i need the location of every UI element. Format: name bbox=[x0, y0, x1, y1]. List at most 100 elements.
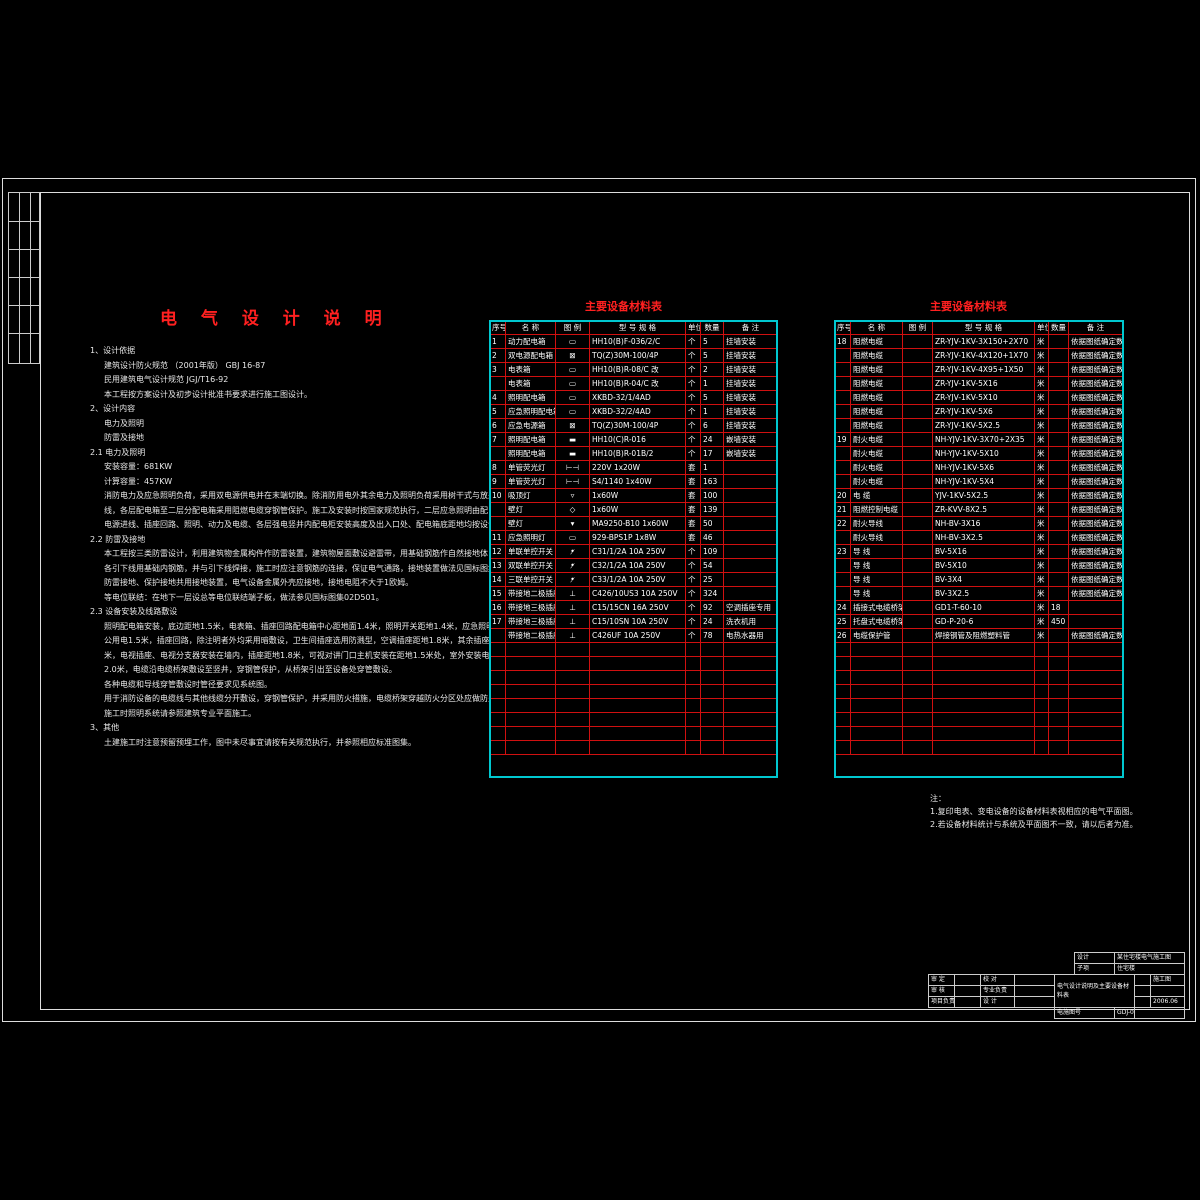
table-cell: 米 bbox=[1034, 516, 1049, 531]
table-cell: 依据图纸确定数量 bbox=[1068, 572, 1123, 587]
table-cell: 1 bbox=[700, 376, 724, 391]
column-header: 序号 bbox=[489, 320, 506, 335]
table-cell: C33/1/2A 10A 250V bbox=[589, 572, 686, 587]
table-cell: 23 bbox=[834, 544, 851, 559]
table-cell: NH-YJV-1KV-3X70+2X35 bbox=[932, 432, 1035, 447]
table-cell bbox=[489, 516, 506, 531]
note-line: 电力及照明 bbox=[104, 418, 144, 428]
table-cell bbox=[834, 558, 851, 573]
table-header-row: 序号名 称图 例型 号 规 格单位数量备 注 bbox=[489, 320, 778, 335]
table-cell: 米 bbox=[1034, 530, 1049, 545]
table-cell: 100 bbox=[700, 488, 724, 503]
note-line: 电源进线、插座回路、照明、动力及电缆、各层强电竖井内配电柜安装高度及出入口处、配… bbox=[104, 520, 490, 529]
table-cell: 依据图纸确定数量 bbox=[1068, 390, 1123, 405]
table-row: 26电缆保护管 焊接钢管及阻燃塑料管米 依据图纸确定数量 bbox=[834, 628, 1123, 643]
table-cell: 米 bbox=[1034, 432, 1049, 447]
table-row: 24 插接式电缆桥架 GD1-T-60-10 米 18 bbox=[834, 600, 1123, 615]
table-cell: ZR-YJV-1KV-5X6 bbox=[932, 404, 1035, 419]
table-cell bbox=[834, 362, 851, 377]
table-cell: 依据图纸确定数量 bbox=[1068, 530, 1123, 545]
table-row: 13 双联单控开关 •̷ C32/1/2A 10A 250V 个 54 bbox=[489, 558, 778, 573]
table-cell: 18 bbox=[834, 334, 851, 349]
table-cell: 米 bbox=[1034, 600, 1049, 615]
table-cell: 电缆保护管 bbox=[850, 628, 903, 643]
table-cell: 米 bbox=[1034, 376, 1049, 391]
blank-row bbox=[834, 698, 1123, 713]
table-cell: NH-YJV-1KV-5X10 bbox=[932, 446, 1035, 461]
table-cell: 阻燃电缆 bbox=[850, 376, 903, 391]
table-cell bbox=[834, 418, 851, 433]
legend-symbol bbox=[902, 572, 933, 587]
blank-row bbox=[834, 740, 1123, 755]
table-cell: 依据图纸确定数量 bbox=[1068, 502, 1123, 517]
table-cell: 1 bbox=[700, 460, 724, 475]
table-cell bbox=[834, 390, 851, 405]
table-row: 18阻燃电缆 ZR-YJV-1KV-3X150+2X70米 依据图纸确定数量 bbox=[834, 334, 1123, 349]
table-cell: 耐火电缆 bbox=[850, 474, 903, 489]
table-cell bbox=[1048, 586, 1069, 601]
table-cell: 耐火导线 bbox=[850, 516, 903, 531]
table-cell: 109 bbox=[700, 544, 724, 559]
table-cell: 19 bbox=[834, 432, 851, 447]
legend-symbol: ⊠ bbox=[555, 348, 590, 363]
table-row: 阻燃电缆 ZR-YJV-1KV-5X6米 依据图纸确定数量 bbox=[834, 404, 1123, 419]
legend-symbol bbox=[902, 502, 933, 517]
legend-symbol: ⊥ bbox=[555, 614, 590, 629]
legend-symbol bbox=[902, 446, 933, 461]
table-cell: 12 bbox=[489, 544, 506, 559]
legend-symbol bbox=[902, 404, 933, 419]
table-row: 19耐火电缆 NH-YJV-1KV-3X70+2X35米 依据图纸确定数量 bbox=[834, 432, 1123, 447]
column-header: 图 例 bbox=[555, 320, 590, 335]
table-cell: 6 bbox=[700, 418, 724, 433]
legend-symbol bbox=[902, 362, 933, 377]
table-cell: 耐火电缆 bbox=[850, 432, 903, 447]
table-cell bbox=[834, 376, 851, 391]
table-row: 14 三联单控开关 •̷ C33/1/2A 10A 250V 个 25 bbox=[489, 572, 778, 587]
table-cell: 依据图纸确定数量 bbox=[1068, 432, 1123, 447]
table-cell: HH10(B)R-01B/2 bbox=[589, 446, 686, 461]
table-cell: 挂墙安装 bbox=[723, 362, 778, 377]
table-cell: 米 bbox=[1034, 446, 1049, 461]
table-cell: 5 bbox=[489, 404, 506, 419]
note-line: 民用建筑电气设计规范 JGJ/T16-92 bbox=[104, 375, 229, 384]
bottom-notes: 注： 1.复印电表、变电设备的设备材料表视相应的电气平面图。 2.若设备材料统计与系… bbox=[930, 792, 1138, 831]
table-row: 4 照明配电箱 ▭ XKBD-32/1/4AD 个 5 挂墙安装 bbox=[489, 390, 778, 405]
legend-symbol: •̷ bbox=[555, 544, 590, 559]
note-line: 防雷接地、保护接地共用接地装置，电气设备金属外壳应接地，接地电阻不大于1欧姆。 bbox=[104, 578, 414, 587]
table-cell: 电 缆 bbox=[850, 488, 903, 503]
legend-symbol bbox=[902, 516, 933, 531]
table-cell: 139 bbox=[700, 502, 724, 517]
blank-row bbox=[489, 726, 778, 741]
table-cell: 17 bbox=[489, 614, 506, 629]
table-row: 5 应急照明配电箱 ▭ XKBD-32/2/4AD 个 1 挂墙安装 bbox=[489, 404, 778, 419]
table-cell: 电表箱 bbox=[505, 362, 556, 377]
table-cell: 壁灯 bbox=[505, 516, 556, 531]
table2-title: 主要设备材料表 bbox=[930, 300, 1007, 313]
table-cell: 个 bbox=[685, 614, 701, 629]
table-cell: 24 bbox=[700, 614, 724, 629]
table-cell: 8 bbox=[489, 460, 506, 475]
table-cell: 吸顶灯 bbox=[505, 488, 556, 503]
legend-symbol bbox=[902, 334, 933, 349]
legend-symbol bbox=[902, 614, 933, 629]
table-cell: 单管荧光灯 bbox=[505, 474, 556, 489]
table-cell: 25 bbox=[700, 572, 724, 587]
table-cell bbox=[834, 348, 851, 363]
legend-symbol: ▭ bbox=[555, 390, 590, 405]
table-cell bbox=[1048, 376, 1069, 391]
materials-table-1: 序号名 称图 例型 号 规 格单位数量备 注1动力配电箱▭HH10(B)F-03… bbox=[489, 320, 778, 755]
bottom-note-line: 1.复印电表、变电设备的设备材料表视相应的电气平面图。 bbox=[930, 807, 1138, 816]
column-header: 型 号 规 格 bbox=[589, 320, 686, 335]
table-cell bbox=[723, 488, 778, 503]
table-cell: YJV-1KV-5X2.5 bbox=[932, 488, 1035, 503]
table-cell bbox=[723, 558, 778, 573]
table-cell: 应急照明配电箱 bbox=[505, 404, 556, 419]
table-cell: 套 bbox=[685, 488, 701, 503]
legend-symbol: •̷ bbox=[555, 572, 590, 587]
note-line: 消防电力及应急照明负荷，采用双电源供电并在末端切换。除消防用电外其余电力及照明负… bbox=[104, 491, 490, 500]
table-cell: 4 bbox=[489, 390, 506, 405]
table-row: 23导 线 BV-5X16米 依据图纸确定数量 bbox=[834, 544, 1123, 559]
table-cell: XKBD-32/1/4AD bbox=[589, 390, 686, 405]
table-cell: 米 bbox=[1034, 404, 1049, 419]
table-cell: C15/15CN 16A 250V bbox=[589, 600, 686, 615]
